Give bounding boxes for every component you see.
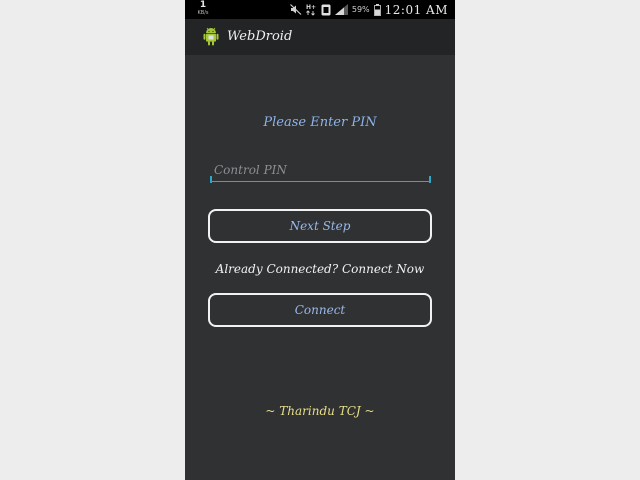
vibrate-icon bbox=[321, 4, 331, 16]
already-connected-label: Already Connected? Connect Now bbox=[215, 262, 425, 276]
network-type-text: H+ bbox=[306, 4, 316, 11]
app-title: WebDroid bbox=[227, 29, 293, 44]
net-speed-unit: KB/s bbox=[197, 10, 209, 16]
net-speed-indicator: 1 KB/s bbox=[193, 1, 213, 17]
input-underline-tick-left bbox=[210, 176, 212, 183]
net-speed-value: 1 bbox=[199, 0, 207, 10]
clock-time: 12:01 AM bbox=[384, 2, 448, 17]
phone-screen: 1 KB/s H+ 59% 12:01 AM WebDroid Please E… bbox=[185, 0, 455, 480]
action-bar: WebDroid bbox=[185, 19, 455, 55]
status-bar: 1 KB/s H+ 59% 12:01 AM bbox=[185, 0, 455, 19]
next-step-button[interactable]: Next Step bbox=[208, 209, 432, 243]
mute-icon bbox=[289, 4, 302, 15]
author-credit: ~ Tharindu TCJ ~ bbox=[265, 404, 375, 418]
hplus-data-icon: H+ bbox=[306, 3, 317, 16]
pin-prompt-label: Please Enter PIN bbox=[263, 115, 377, 130]
signal-icon bbox=[334, 4, 348, 15]
android-robot-icon[interactable] bbox=[202, 26, 220, 47]
input-underline-tick-right bbox=[429, 176, 431, 183]
battery-icon bbox=[373, 3, 381, 16]
control-pin-input[interactable] bbox=[210, 158, 430, 182]
connect-button[interactable]: Connect bbox=[208, 293, 432, 327]
battery-percent: 59% bbox=[351, 5, 370, 14]
